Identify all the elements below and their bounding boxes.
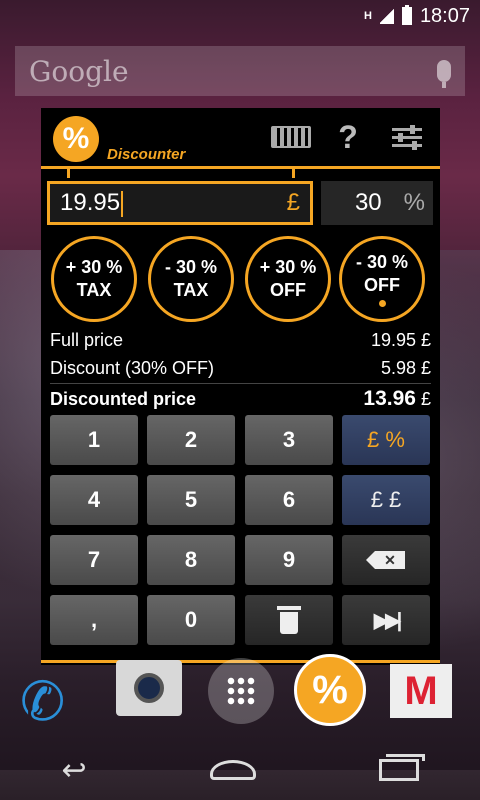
signal-type: H bbox=[363, 10, 372, 22]
percent-symbol: % bbox=[403, 189, 425, 216]
header-divider bbox=[41, 166, 440, 169]
all-apps-icon[interactable] bbox=[208, 658, 274, 724]
discounted-price-label: Discounted price bbox=[50, 388, 197, 409]
discounted-currency: £ bbox=[420, 389, 431, 409]
key-6[interactable]: 6 bbox=[245, 475, 333, 525]
connector bbox=[292, 166, 295, 178]
keyboard-icon[interactable] bbox=[269, 120, 313, 154]
connector bbox=[67, 166, 70, 178]
mode-label: + 30 % bbox=[65, 257, 123, 277]
price-value: 19.95 bbox=[60, 189, 121, 216]
key-comma[interactable]: , bbox=[50, 595, 138, 645]
discount-value: 5.98 £ bbox=[380, 357, 431, 378]
mic-icon[interactable] bbox=[437, 60, 451, 88]
mode-type: TAX bbox=[76, 280, 112, 300]
full-price-value: 19.95 £ bbox=[370, 329, 431, 350]
key-8[interactable]: 8 bbox=[147, 535, 235, 585]
trash-icon bbox=[277, 606, 301, 634]
clock: 18:07 bbox=[419, 4, 470, 27]
app-title: Discounter bbox=[107, 146, 186, 163]
full-price-label: Full price bbox=[50, 329, 124, 350]
widget-header: % Discounter ? bbox=[41, 108, 440, 166]
currency-percent-key[interactable]: £ % bbox=[342, 415, 430, 465]
next-button[interactable]: ▶▶| bbox=[342, 595, 430, 645]
key-5[interactable]: 5 bbox=[147, 475, 235, 525]
discounted-price-value: 13.96 bbox=[363, 387, 416, 410]
mode-type: TAX bbox=[173, 280, 209, 300]
minus-tax-button[interactable]: - 30 % TAX bbox=[148, 236, 234, 322]
key-3[interactable]: 3 bbox=[245, 415, 333, 465]
phone-icon[interactable]: ✆ bbox=[20, 670, 70, 732]
discounted-price-row: Discounted price 13.96 £ bbox=[50, 385, 431, 413]
discounter-widget: % Discounter ? 19.95 £ 30 % + 30 % TAX -… bbox=[41, 108, 440, 665]
key-label: £ £ bbox=[370, 487, 402, 512]
camera-icon[interactable] bbox=[116, 660, 182, 716]
signal-icon bbox=[379, 8, 394, 24]
currency-currency-key[interactable]: £ £ bbox=[342, 475, 430, 525]
discount-label: Discount (30% OFF) bbox=[50, 357, 215, 378]
price-input[interactable]: 19.95 £ bbox=[47, 181, 313, 225]
discounter-logo-icon[interactable]: % bbox=[53, 116, 99, 162]
mode-type: OFF bbox=[270, 280, 306, 300]
key-2[interactable]: 2 bbox=[147, 415, 235, 465]
mode-label: - 30 % bbox=[164, 257, 218, 277]
backspace-button[interactable]: ✕ bbox=[342, 535, 430, 585]
mode-label: + 30 % bbox=[259, 257, 317, 277]
percent-value: 30 bbox=[354, 189, 382, 216]
battery-icon bbox=[401, 5, 412, 25]
navigation-bar: ↩ bbox=[0, 740, 480, 800]
key-1[interactable]: 1 bbox=[50, 415, 138, 465]
clear-button[interactable] bbox=[245, 595, 333, 645]
full-price-row: Full price 19.95 £ bbox=[50, 326, 431, 354]
settings-sliders-icon[interactable] bbox=[391, 120, 423, 154]
minus-off-button[interactable]: - 30 % OFF bbox=[339, 236, 425, 322]
gmail-icon[interactable]: M bbox=[390, 664, 452, 718]
home-icon[interactable] bbox=[209, 760, 256, 780]
discounter-app-icon[interactable]: % bbox=[294, 654, 366, 726]
google-search-bar[interactable]: Google bbox=[15, 46, 465, 96]
divider bbox=[50, 383, 431, 384]
key-9[interactable]: 9 bbox=[245, 535, 333, 585]
recent-apps-icon[interactable] bbox=[378, 754, 425, 781]
google-logo: Google bbox=[29, 54, 129, 88]
skip-forward-icon: ▶▶| bbox=[373, 609, 402, 632]
selected-indicator bbox=[378, 300, 386, 307]
key-4[interactable]: 4 bbox=[50, 475, 138, 525]
mode-label: - 30 % bbox=[355, 252, 409, 272]
key-label: £ % bbox=[367, 427, 405, 452]
results: Full price 19.95 £ Discount (30% OFF) 5.… bbox=[50, 326, 431, 413]
percent-input[interactable]: 30 % bbox=[321, 181, 433, 225]
plus-tax-button[interactable]: + 30 % TAX bbox=[51, 236, 137, 322]
plus-off-button[interactable]: + 30 % OFF bbox=[245, 236, 331, 322]
discount-row: Discount (30% OFF) 5.98 £ bbox=[50, 354, 431, 382]
key-7[interactable]: 7 bbox=[50, 535, 138, 585]
mode-type: OFF bbox=[364, 275, 400, 295]
backspace-icon: ✕ bbox=[366, 551, 405, 569]
currency-symbol: £ bbox=[286, 189, 300, 216]
status-bar: H 18:07 bbox=[0, 0, 480, 32]
text-cursor bbox=[121, 190, 124, 217]
key-0[interactable]: 0 bbox=[147, 595, 235, 645]
back-icon[interactable]: ↩ bbox=[61, 753, 86, 788]
help-icon[interactable]: ? bbox=[336, 119, 360, 155]
